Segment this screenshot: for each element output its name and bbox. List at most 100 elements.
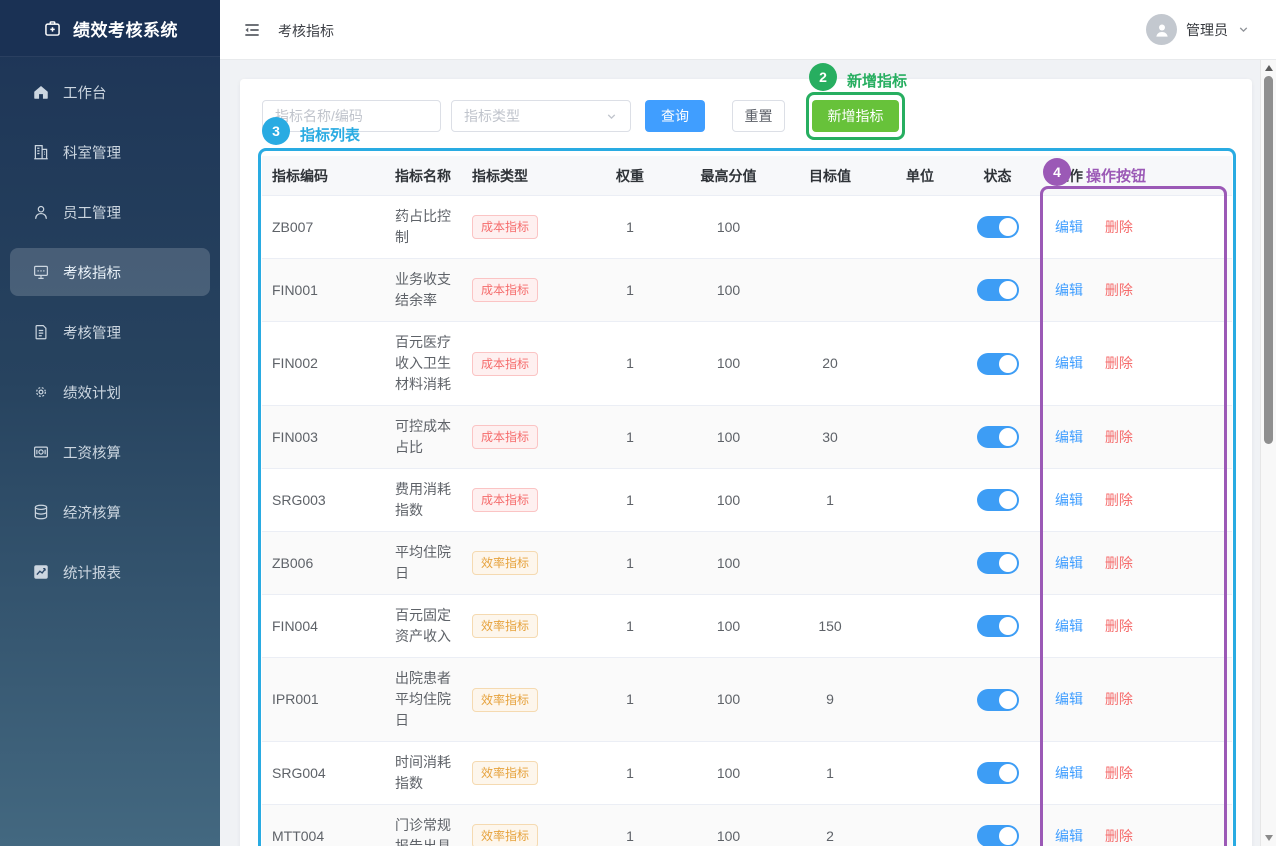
sidebar-item-economy[interactable]: 经济核算 <box>10 488 210 536</box>
cell-unit <box>885 553 955 573</box>
cell-indicator-name: 费用消耗指数 <box>385 469 462 531</box>
delete-link[interactable]: 删除 <box>1105 765 1133 781</box>
table-row: FIN003 可控成本占比 成本指标 1 100 30 编辑 删除 <box>262 406 1232 469</box>
edit-link[interactable]: 编辑 <box>1055 555 1083 571</box>
reset-button[interactable]: 重置 <box>732 100 785 132</box>
cell-target <box>775 280 885 300</box>
table-row: MTT004 门诊常规报告出具 效率指标 1 100 2 编辑 删除 <box>262 805 1232 846</box>
table-row: SRG004 时间消耗指数 效率指标 1 100 1 编辑 删除 <box>262 742 1232 805</box>
type-select-placeholder: 指标类型 <box>464 106 520 126</box>
user-menu[interactable]: 管理员 <box>1146 14 1250 45</box>
edit-link[interactable]: 编辑 <box>1055 282 1083 298</box>
column-header-name: 指标名称 <box>385 166 462 186</box>
salary-icon <box>32 443 50 461</box>
cell-weight: 1 <box>578 753 682 794</box>
cell-max-score: 100 <box>682 480 775 521</box>
cell-indicator-name: 平均住院日 <box>385 532 462 594</box>
cell-max-score: 100 <box>682 343 775 384</box>
sidebar-item-label: 工作台 <box>63 82 107 103</box>
sidebar-item-label: 绩效计划 <box>63 382 121 403</box>
cell-indicator-name: 业务收支结余率 <box>385 259 462 321</box>
home-icon <box>32 83 50 101</box>
cell-indicator-code: IPR001 <box>262 679 385 720</box>
sidebar-item-employee[interactable]: 员工管理 <box>10 188 210 236</box>
status-toggle[interactable] <box>977 426 1019 448</box>
delete-link[interactable]: 删除 <box>1105 355 1133 371</box>
cell-unit <box>885 217 955 237</box>
status-toggle[interactable] <box>977 762 1019 784</box>
sidebar-item-workbench[interactable]: 工作台 <box>10 68 210 116</box>
cell-indicator-name: 出院患者平均住院日 <box>385 658 462 741</box>
delete-link[interactable]: 删除 <box>1105 691 1133 707</box>
delete-link[interactable]: 删除 <box>1105 828 1133 844</box>
status-toggle[interactable] <box>977 689 1019 711</box>
column-header-unit: 单位 <box>885 166 955 186</box>
edit-link[interactable]: 编辑 <box>1055 355 1083 371</box>
type-select[interactable]: 指标类型 <box>451 100 631 132</box>
sidebar-item-assessment[interactable]: 考核管理 <box>10 308 210 356</box>
cell-target: 30 <box>775 417 885 458</box>
column-header-code: 指标编码 <box>262 166 385 186</box>
scrollbar-down-arrow[interactable] <box>1265 835 1273 841</box>
cell-indicator-type: 效率指标 <box>462 751 578 795</box>
scrollbar-thumb[interactable] <box>1264 76 1273 444</box>
cell-indicator-name: 药占比控制 <box>385 196 462 258</box>
edit-link[interactable]: 编辑 <box>1055 691 1083 707</box>
user-icon <box>32 203 50 221</box>
cell-unit <box>885 763 955 783</box>
cell-target <box>775 553 885 573</box>
sidebar-item-salary[interactable]: 工资核算 <box>10 428 210 476</box>
sidebar-item-report[interactable]: 统计报表 <box>10 548 210 596</box>
edit-link[interactable]: 编辑 <box>1055 618 1083 634</box>
topbar: 考核指标 管理员 <box>220 0 1276 60</box>
delete-link[interactable]: 删除 <box>1105 492 1133 508</box>
sidebar-item-indicator[interactable]: 考核指标 <box>10 248 210 296</box>
board-icon <box>32 263 50 281</box>
cell-weight: 1 <box>578 480 682 521</box>
column-header-type: 指标类型 <box>462 166 578 186</box>
cell-indicator-type: 成本指标 <box>462 478 578 522</box>
cell-target: 1 <box>775 480 885 521</box>
cell-max-score: 100 <box>682 606 775 647</box>
vertical-scrollbar[interactable] <box>1260 60 1276 846</box>
sidebar-item-label: 员工管理 <box>63 202 121 223</box>
edit-link[interactable]: 编辑 <box>1055 765 1083 781</box>
edit-link[interactable]: 编辑 <box>1055 828 1083 844</box>
cell-indicator-code: FIN002 <box>262 343 385 384</box>
edit-link[interactable]: 编辑 <box>1055 219 1083 235</box>
status-toggle[interactable] <box>977 353 1019 375</box>
status-toggle[interactable] <box>977 615 1019 637</box>
cell-indicator-type: 效率指标 <box>462 541 578 585</box>
sidebar-item-label: 经济核算 <box>63 502 121 523</box>
query-button[interactable]: 查询 <box>645 100 705 132</box>
status-toggle[interactable] <box>977 489 1019 511</box>
cell-max-score: 100 <box>682 543 775 584</box>
sidebar-item-department[interactable]: 科室管理 <box>10 128 210 176</box>
collapse-menu-icon[interactable] <box>242 20 262 40</box>
cell-indicator-code: SRG004 <box>262 753 385 794</box>
table-row: SRG003 费用消耗指数 成本指标 1 100 1 编辑 删除 <box>262 469 1232 532</box>
delete-link[interactable]: 删除 <box>1105 618 1133 634</box>
cell-target: 150 <box>775 606 885 647</box>
table-row: FIN001 业务收支结余率 成本指标 1 100 编辑 删除 <box>262 259 1232 322</box>
status-toggle[interactable] <box>977 279 1019 301</box>
cell-indicator-type: 效率指标 <box>462 678 578 722</box>
delete-link[interactable]: 删除 <box>1105 282 1133 298</box>
add-indicator-button[interactable]: 新增指标 <box>812 100 899 132</box>
sidebar-item-plan[interactable]: 绩效计划 <box>10 368 210 416</box>
search-input[interactable]: 指标名称/编码 <box>262 100 441 132</box>
delete-link[interactable]: 删除 <box>1105 555 1133 571</box>
edit-link[interactable]: 编辑 <box>1055 429 1083 445</box>
delete-link[interactable]: 删除 <box>1105 429 1133 445</box>
delete-link[interactable]: 删除 <box>1105 219 1133 235</box>
edit-link[interactable]: 编辑 <box>1055 492 1083 508</box>
table-row: IPR001 出院患者平均住院日 效率指标 1 100 9 编辑 删除 <box>262 658 1232 742</box>
cell-weight: 1 <box>578 816 682 846</box>
cell-indicator-type: 效率指标 <box>462 814 578 846</box>
sidebar-menu: 工作台 科室管理 员工管理 考核指标 考核管理 绩效计划 工资核算 经济核算 统… <box>0 57 220 619</box>
scrollbar-up-arrow[interactable] <box>1265 65 1273 71</box>
status-toggle[interactable] <box>977 216 1019 238</box>
status-toggle[interactable] <box>977 825 1019 846</box>
table-row: ZB007 药占比控制 成本指标 1 100 编辑 删除 <box>262 196 1232 259</box>
status-toggle[interactable] <box>977 552 1019 574</box>
